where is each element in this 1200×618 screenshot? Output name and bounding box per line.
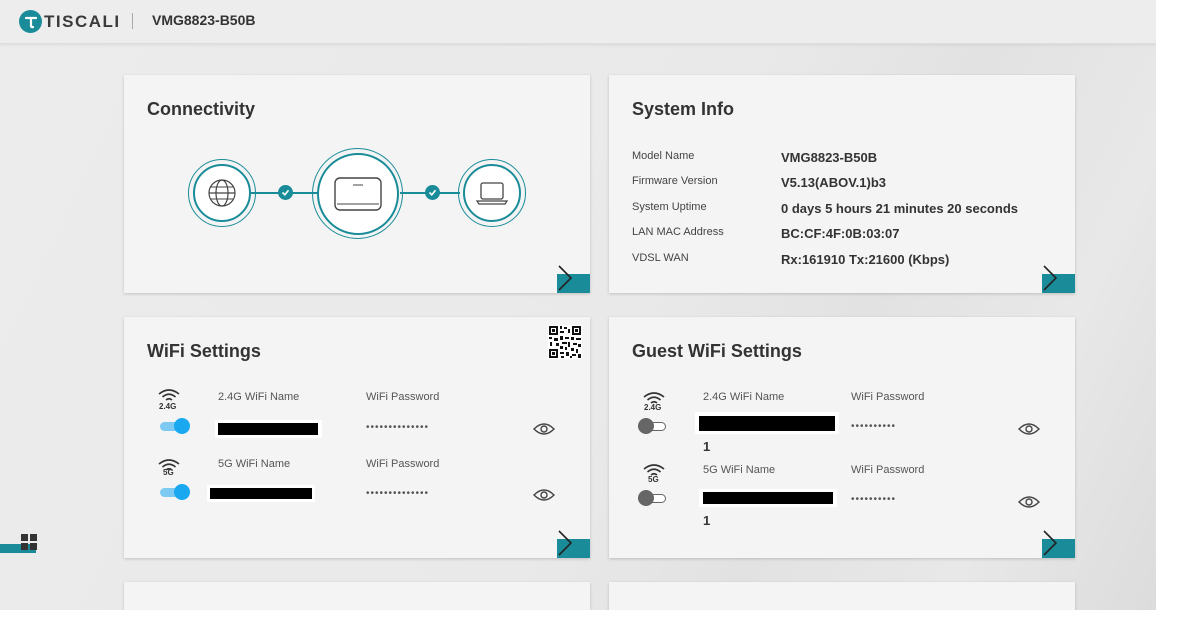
internet-node (188, 159, 256, 227)
guest-wifi-card[interactable]: Guest WiFi Settings 2.4G 2.4G WiFi Name … (609, 317, 1075, 558)
apps-grid-icon[interactable] (21, 534, 38, 551)
system-info-title: System Info (632, 99, 735, 119)
connectivity-card[interactable]: Connectivity (124, 75, 590, 293)
parental-control-card-partial[interactable] (609, 582, 1075, 610)
lan-mac-value: BC:CF:4F:0B:03:07 (781, 226, 900, 241)
wifi-24g-name-label: 2.4G WiFi Name (218, 391, 300, 403)
lan-mac-label: LAN MAC Address (632, 226, 724, 238)
show-password-eye-icon[interactable] (1018, 495, 1040, 509)
system-info-more-button[interactable] (1042, 265, 1075, 293)
system-uptime-value: 0 days 5 hours 21 minutes 20 seconds (781, 201, 1018, 216)
qr-code-icon[interactable] (548, 325, 582, 359)
guest-wifi-24g-password-label: WiFi Password (851, 391, 925, 403)
guest-wifi-5g-name-label: 5G WiFi Name (703, 464, 776, 476)
guest-wifi-title: Guest WiFi Settings (632, 341, 802, 361)
lan-card-partial[interactable] (124, 582, 590, 610)
brand-logo[interactable]: TISCALI (19, 10, 121, 33)
wifi-24g-password-label: WiFi Password (366, 391, 440, 403)
wifi-24g-toggle[interactable] (160, 418, 190, 434)
chevron-right-icon (558, 530, 573, 556)
top-header: TISCALI VMG8823-B50B (0, 0, 1156, 44)
show-password-eye-icon[interactable] (1018, 422, 1040, 436)
show-password-eye-icon[interactable] (533, 422, 555, 436)
wifi-settings-card[interactable]: WiFi Settings 2.4G 2.4G WiFi Name WiFi P… (124, 317, 590, 558)
connected-check-icon (425, 185, 440, 200)
redacted-ssid (210, 488, 312, 499)
header-model-name: VMG8823-B50B (152, 12, 256, 28)
brand-name: TISCALI (44, 11, 121, 31)
wifi-settings-more-button[interactable] (557, 530, 590, 558)
header-divider (132, 13, 133, 29)
guest-wifi-24g-name-label: 2.4G WiFi Name (703, 391, 785, 403)
guest-wifi-more-button[interactable] (1042, 530, 1075, 558)
connected-check-icon (278, 185, 293, 200)
guest-wifi-5g-password: •••••••••• (851, 494, 897, 505)
connectivity-more-button[interactable] (557, 265, 590, 293)
guest-ssid-suffix: 1 (703, 439, 711, 454)
wifi-24g-password: •••••••••••••• (366, 422, 430, 433)
wifi-band-label: 5G (163, 468, 174, 477)
redacted-ssid (218, 423, 318, 435)
router-node (312, 148, 403, 239)
wifi-band-label: 2.4G (159, 402, 177, 411)
model-name-label: Model Name (632, 150, 695, 162)
dashboard-page: TISCALI VMG8823-B50B Connectivity System… (0, 0, 1156, 610)
guest-ssid-suffix: 1 (703, 513, 711, 528)
tiscali-logo-icon (19, 10, 42, 33)
chevron-right-icon (1043, 265, 1058, 291)
model-name-value: VMG8823-B50B (781, 150, 878, 165)
guest-wifi-5g-password-label: WiFi Password (851, 464, 925, 476)
show-password-eye-icon[interactable] (533, 488, 555, 502)
laptop-icon (476, 182, 508, 205)
firmware-version-value: V5.13(ABOV.1)b3 (781, 175, 887, 190)
vdsl-wan-value: Rx:161910 Tx:21600 (Kbps) (781, 252, 950, 267)
client-node (458, 159, 526, 227)
guest-wifi-5g-toggle[interactable] (638, 490, 668, 506)
firmware-version-label: Firmware Version (632, 175, 718, 187)
globe-icon (208, 179, 236, 207)
chevron-right-icon (558, 265, 573, 291)
wifi-5g-password: •••••••••••••• (366, 488, 430, 499)
wifi-settings-title: WiFi Settings (147, 341, 261, 361)
wifi-5g-password-label: WiFi Password (366, 458, 440, 470)
redacted-ssid (703, 492, 833, 504)
vdsl-wan-label: VDSL WAN (632, 252, 689, 264)
wifi-band-label: 5G (648, 475, 659, 484)
redacted-ssid (699, 416, 835, 431)
system-uptime-label: System Uptime (632, 201, 707, 213)
system-info-card[interactable]: System Info Model Name VMG8823-B50B Firm… (609, 75, 1075, 293)
connectivity-title: Connectivity (147, 99, 256, 119)
wifi-5g-name-label: 5G WiFi Name (218, 458, 291, 470)
chevron-right-icon (1043, 530, 1058, 556)
guest-wifi-24g-password: •••••••••• (851, 421, 897, 432)
router-icon (333, 176, 382, 211)
wifi-band-label: 2.4G (644, 403, 662, 412)
guest-wifi-24g-toggle[interactable] (638, 418, 668, 434)
wifi-5g-toggle[interactable] (160, 484, 190, 500)
